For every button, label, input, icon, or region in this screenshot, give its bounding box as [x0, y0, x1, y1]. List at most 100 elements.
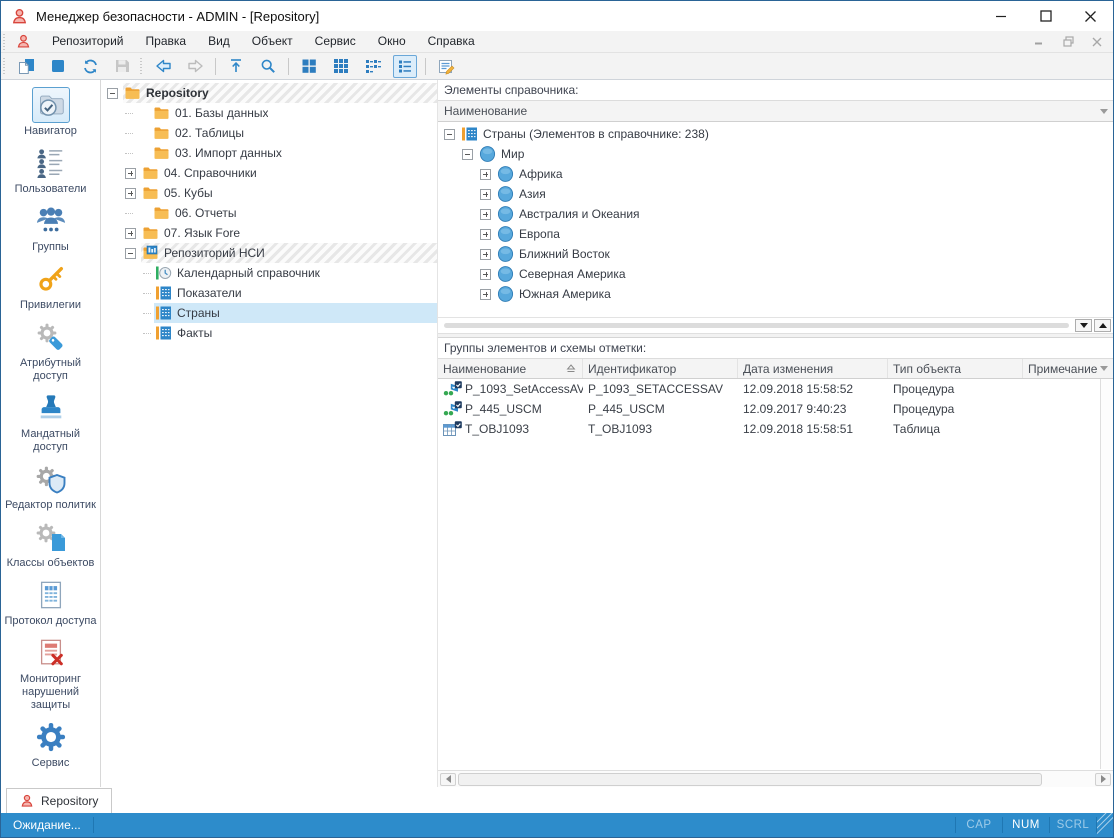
open-object-icon[interactable] — [46, 55, 70, 78]
save-icon[interactable] — [110, 55, 134, 78]
expand-icon[interactable] — [480, 169, 491, 180]
sidebar-item-object-classes[interactable]: Классы объектов — [3, 519, 99, 570]
name-column-header[interactable]: Наименование — [438, 101, 1113, 122]
column-header-name[interactable]: Наименование — [438, 359, 583, 378]
tree-item-north-america[interactable]: Северная Америка — [438, 264, 1113, 284]
table-row[interactable]: P_445_USCM P_445_USCM 12.09.2017 9:40:23… — [438, 399, 1113, 419]
mdi-restore-icon[interactable] — [1055, 33, 1081, 51]
sidebar-item-mandatory-access[interactable]: Мандатный доступ — [3, 390, 99, 454]
mdi-close-icon[interactable] — [1084, 33, 1110, 51]
tree-item-databases[interactable]: 01. Базы данных — [101, 103, 437, 123]
column-header-date[interactable]: Дата изменения — [738, 359, 888, 378]
tree-item-europe[interactable]: Европа — [438, 224, 1113, 244]
forward-icon[interactable] — [183, 55, 207, 78]
expand-icon[interactable] — [125, 228, 136, 239]
collapse-icon[interactable] — [444, 129, 455, 140]
sidebar-item-access-protocol[interactable]: Протокол доступа — [3, 577, 99, 628]
tree-item-repository[interactable]: Repository — [101, 83, 437, 103]
scrollbar-thumb[interactable] — [458, 773, 1042, 786]
resize-grip[interactable] — [1097, 813, 1113, 837]
mdi-minimize-icon[interactable] — [1026, 33, 1052, 51]
scroll-left-button[interactable] — [440, 773, 456, 786]
expand-icon[interactable] — [480, 249, 491, 260]
sidebar-item-attribute-access[interactable]: Атрибутный доступ — [3, 319, 99, 383]
tree-item-data-import[interactable]: 03. Импорт данных — [101, 143, 437, 163]
tree-item-tables[interactable]: 02. Таблицы — [101, 123, 437, 143]
tree-item-australia-oceania[interactable]: Австралия и Океания — [438, 204, 1113, 224]
tree-item-asia[interactable]: Азия — [438, 184, 1113, 204]
menu-window[interactable]: Окно — [367, 31, 417, 53]
tree-item-indicators[interactable]: Показатели — [101, 283, 437, 303]
sidebar-item-violation-monitoring[interactable]: Мониторинг нарушений защиты — [3, 635, 99, 712]
menu-repository[interactable]: Репозиторий — [41, 31, 135, 53]
expand-icon[interactable] — [480, 209, 491, 220]
search-icon[interactable] — [256, 55, 280, 78]
sidebar-item-users[interactable]: Пользователи — [3, 145, 99, 196]
expand-icon[interactable] — [480, 289, 491, 300]
tree-item-nsi-repository[interactable]: Репозиторий НСИ — [101, 243, 437, 263]
sidebar-item-navigator[interactable]: Навигатор — [3, 87, 99, 138]
tree-item-world[interactable]: Мир — [438, 144, 1113, 164]
table-row[interactable]: P_1093_SetAccessAV P_1093_SETACCESSAV 12… — [438, 379, 1113, 399]
sidebar-item-service[interactable]: Сервис — [3, 719, 99, 770]
tree-item-south-america[interactable]: Южная Америка — [438, 284, 1113, 304]
toolbar-grip[interactable] — [140, 58, 145, 74]
tree-item-facts[interactable]: Факты — [101, 323, 437, 343]
grid-filter-icon[interactable] — [1096, 360, 1112, 376]
view-details-icon[interactable] — [393, 55, 417, 78]
sidebar-item-label: Редактор политик — [5, 499, 96, 512]
menu-service[interactable]: Сервис — [304, 31, 367, 53]
elements-horizontal-scrollbar[interactable] — [438, 317, 1113, 333]
expand-icon[interactable] — [480, 229, 491, 240]
refresh-icon[interactable] — [78, 55, 102, 78]
column-header-id[interactable]: Идентификатор — [583, 359, 738, 378]
table-row[interactable]: T_OBJ1093 T_OBJ1093 12.09.2018 15:58:51 … — [438, 419, 1113, 439]
expand-icon[interactable] — [480, 189, 491, 200]
tab-repository[interactable]: Repository — [6, 788, 112, 813]
close-button[interactable] — [1068, 1, 1113, 31]
expand-icon[interactable] — [480, 269, 491, 280]
tree-item-calendar-dictionary[interactable]: Календарный справочник — [101, 263, 437, 283]
column-header-type[interactable]: Тип объекта — [888, 359, 1023, 378]
view-small-icons-icon[interactable] — [329, 55, 353, 78]
tree-item-dictionaries[interactable]: 04. Справочники — [101, 163, 437, 183]
tree-item-fore-language[interactable]: 07. Язык Fore — [101, 223, 437, 243]
view-large-icons-icon[interactable] — [297, 55, 321, 78]
menubar-grip[interactable] — [3, 34, 8, 50]
expand-icon[interactable] — [125, 188, 136, 199]
expand-icon[interactable] — [125, 168, 136, 179]
properties-icon[interactable] — [434, 55, 458, 78]
maximize-button[interactable] — [1023, 1, 1068, 31]
sidebar-item-policy-editor[interactable]: Редактор политик — [3, 461, 99, 512]
scroll-down-button[interactable] — [1075, 319, 1092, 332]
scroll-up-button[interactable] — [1094, 319, 1111, 332]
menu-view[interactable]: Вид — [197, 31, 241, 53]
scroll-right-button[interactable] — [1095, 773, 1111, 786]
menu-edit[interactable]: Правка — [135, 31, 198, 53]
mdi-system-menu-icon[interactable] — [16, 34, 31, 49]
vertical-scroll-gutter[interactable] — [1100, 379, 1113, 769]
scrollbar-track[interactable] — [458, 773, 1093, 786]
sidebar-item-privileges[interactable]: Привилегии — [3, 261, 99, 312]
tree-item-cubes[interactable]: 05. Кубы — [101, 183, 437, 203]
view-list-icon[interactable] — [361, 55, 385, 78]
go-up-icon[interactable] — [224, 55, 248, 78]
menu-help[interactable]: Справка — [417, 31, 486, 53]
scrollbar-track[interactable] — [444, 323, 1069, 328]
tree-item-reports[interactable]: 06. Отчеты — [101, 203, 437, 223]
menu-object[interactable]: Объект — [241, 31, 304, 53]
groups-horizontal-scrollbar[interactable] — [438, 770, 1113, 787]
column-filter-icon[interactable] — [1096, 103, 1112, 119]
collapse-icon[interactable] — [107, 88, 118, 99]
tree-item-middle-east[interactable]: Ближний Восток — [438, 244, 1113, 264]
toolbar-grip[interactable] — [3, 58, 8, 74]
sidebar-item-groups[interactable]: Группы — [3, 203, 99, 254]
new-object-icon[interactable] — [14, 55, 38, 78]
tree-item-africa[interactable]: Африка — [438, 164, 1113, 184]
collapse-icon[interactable] — [462, 149, 473, 160]
back-icon[interactable] — [151, 55, 175, 78]
collapse-icon[interactable] — [125, 248, 136, 259]
tree-item-countries-root[interactable]: Страны (Элементов в справочнике: 238) — [438, 124, 1113, 144]
minimize-button[interactable] — [978, 1, 1023, 31]
tree-item-countries[interactable]: Страны — [101, 303, 437, 323]
